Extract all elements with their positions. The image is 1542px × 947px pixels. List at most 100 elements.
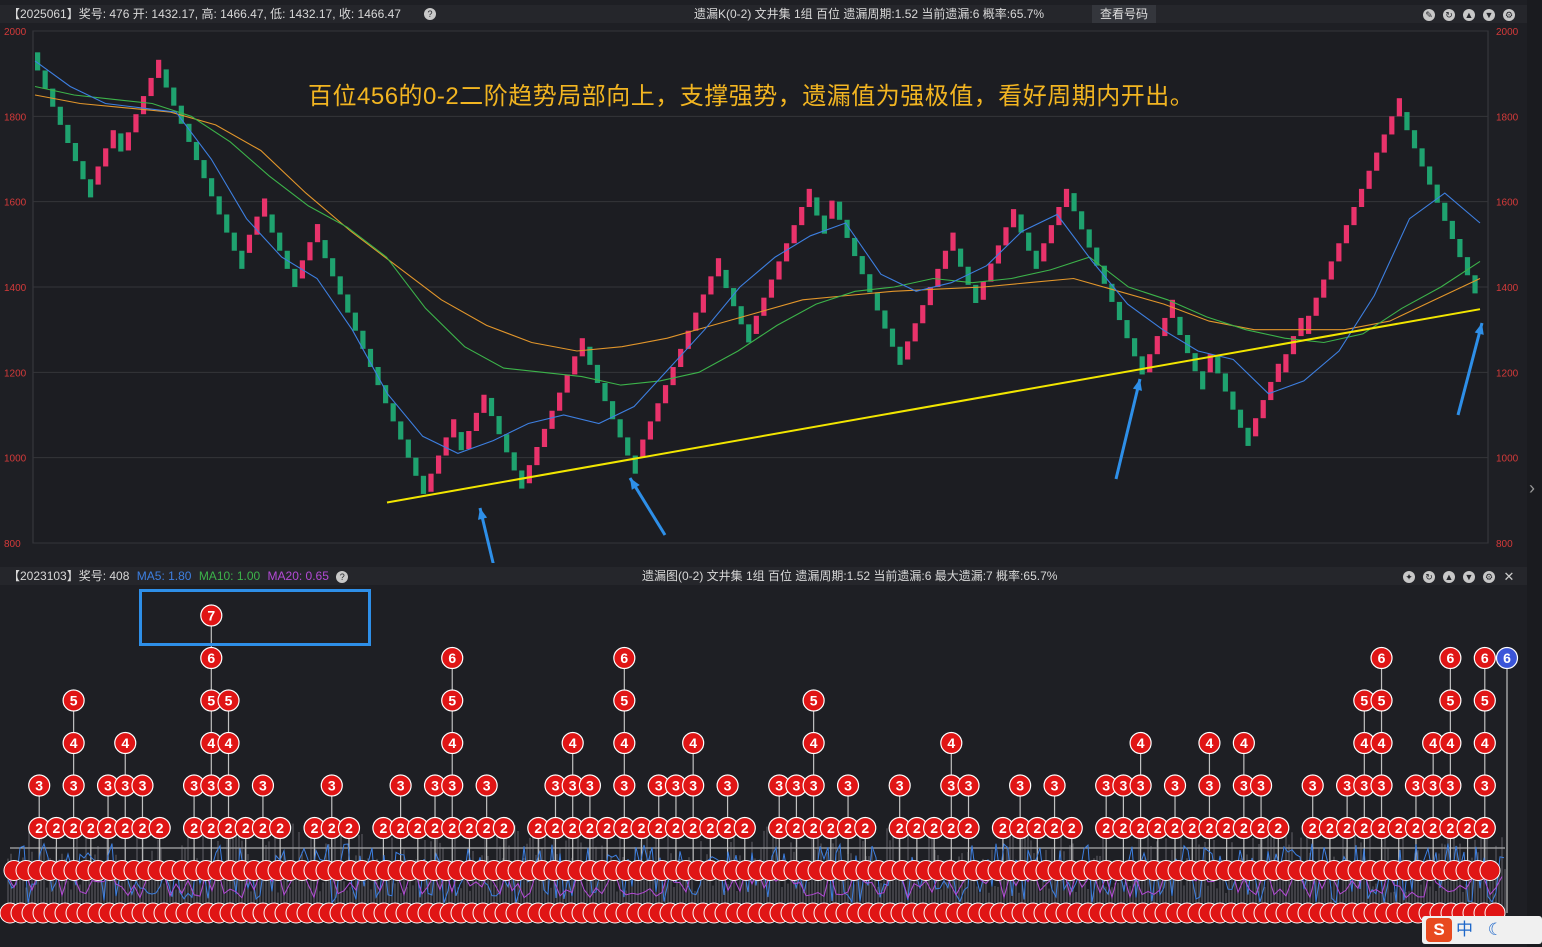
close-icon[interactable]: ✕	[1503, 570, 1515, 583]
candle	[1457, 239, 1463, 258]
y-tick-label-right: 1400	[1496, 283, 1519, 294]
sub-chart-info-bar: 【2023103】奖号: 408 MA5: 1.80 MA10: 1.00 MA…	[0, 567, 1527, 585]
omission-ball-label: 5	[1378, 693, 1386, 709]
omission-ball-label: 2	[1240, 820, 1248, 836]
sub-chart-info-left: 【2023103】奖号: 408 MA5: 1.80 MA10: 1.00 MA…	[8, 567, 349, 585]
candle	[80, 161, 86, 180]
omission-ball-label: 3	[448, 778, 456, 794]
candle	[1358, 188, 1365, 207]
omission-ball-label: 2	[345, 820, 353, 836]
candle	[783, 243, 790, 262]
omission-ball-label: 2	[225, 820, 233, 836]
candle	[1131, 338, 1138, 357]
omission-ball-label: 2	[706, 820, 714, 836]
ime-toolbar[interactable]: S中 ☾	[1422, 916, 1542, 944]
omission-ball-label: 3	[1429, 778, 1437, 794]
chevron-right-icon[interactable]: ›	[1529, 478, 1535, 499]
omission-ball-label: 4	[1206, 735, 1214, 751]
pin-icon[interactable]: ✦	[1403, 570, 1415, 583]
candle	[549, 410, 555, 429]
omission-ball-label: 3	[844, 778, 852, 794]
candle	[579, 338, 585, 357]
omission-ball-label: 6	[620, 650, 628, 666]
candle	[1154, 336, 1160, 355]
candle	[988, 263, 994, 282]
candle	[534, 447, 540, 466]
candle	[1086, 229, 1092, 248]
omission-ball-label: 6	[1446, 650, 1454, 666]
help-icon[interactable]: ?	[336, 570, 349, 583]
candle	[496, 416, 502, 435]
candle	[1321, 279, 1327, 298]
candle	[458, 432, 464, 451]
y-tick-label-left: 2000	[4, 27, 27, 38]
ma10-label: MA10: 1.00	[198, 569, 261, 583]
omission-ball-label: 2	[620, 820, 628, 836]
candle	[1366, 170, 1372, 189]
help-icon[interactable]: ?	[424, 8, 436, 20]
settings-icon[interactable]: ⚙	[1503, 8, 1515, 21]
omission-ball-label: 3	[655, 778, 663, 794]
omission-ball-label: 3	[793, 778, 801, 794]
arrow-down-icon[interactable]: ▼	[1463, 570, 1475, 583]
omission-ball-label: 2	[913, 820, 921, 836]
omission-ball-label: 3	[328, 778, 336, 794]
candle	[1427, 166, 1433, 185]
omission-ball-label: 3	[121, 778, 129, 794]
candle	[768, 279, 775, 298]
settings-icon[interactable]: ⚙	[1483, 570, 1495, 583]
candle	[337, 276, 343, 295]
omission-ball-label: 2	[1481, 820, 1489, 836]
candle	[269, 214, 275, 233]
omission-ball-label: 3	[1257, 778, 1265, 794]
omission-ball-label: 3	[569, 778, 577, 794]
candle	[87, 179, 94, 198]
omission-ball-label: 5	[225, 693, 233, 709]
arrow-up-icon[interactable]: ▲	[1443, 570, 1455, 583]
y-tick-label-right: 1200	[1496, 368, 1519, 379]
candle	[859, 256, 865, 275]
omission-ball-label: 2	[1154, 820, 1162, 836]
query-numbers-button[interactable]: 查看号码	[1092, 5, 1157, 23]
y-tick-label-left: 1400	[4, 283, 27, 294]
omission-ball-label: 2	[1343, 820, 1351, 836]
omission-ball-label: 3	[552, 778, 560, 794]
omission-ball-label: 2	[1206, 820, 1214, 836]
omission-ball-label: 2	[139, 820, 147, 836]
arrow-down-icon[interactable]: ▼	[1483, 8, 1495, 21]
moon-icon[interactable]: ☾	[1488, 920, 1503, 939]
candle	[708, 276, 714, 295]
refresh-icon[interactable]: ↻	[1443, 8, 1455, 21]
candle	[1147, 354, 1153, 373]
candle	[1268, 381, 1274, 401]
candle	[1177, 316, 1183, 335]
refresh-icon[interactable]: ↻	[1423, 570, 1435, 583]
candle	[367, 348, 374, 367]
candle	[239, 250, 245, 269]
omission-ball-label: 2	[276, 820, 284, 836]
candle	[1351, 207, 1357, 226]
candle	[330, 258, 336, 277]
omission-ball-label: 2	[1274, 820, 1282, 836]
candle	[1381, 134, 1387, 153]
omission-ball-label: 2	[1412, 820, 1420, 836]
sogou-logo-icon: S	[1426, 918, 1452, 942]
omission-ball-label: 3	[139, 778, 147, 794]
candle	[224, 214, 230, 233]
ime-mode-label[interactable]: 中	[1456, 920, 1473, 939]
omission-ball-label: 2	[466, 820, 474, 836]
edit-icon[interactable]: ✎	[1423, 8, 1435, 21]
candle	[428, 473, 434, 492]
candle	[148, 77, 154, 97]
candle	[1283, 354, 1289, 373]
candle	[889, 328, 896, 347]
candle	[1041, 243, 1047, 262]
sub-chart-info-mid: 遗漏图(0-2) 文井集 1组 百位 遗漏周期:1.52 当前遗漏:6 最大遗漏…	[642, 569, 1058, 583]
omission-ball-label: 5	[620, 693, 628, 709]
candle	[42, 70, 48, 89]
candle	[277, 232, 283, 251]
arrow-up-icon[interactable]: ▲	[1463, 8, 1475, 21]
omission-ball-label: 3	[397, 778, 405, 794]
candle	[541, 428, 548, 447]
omission-ball-label: 2	[1119, 820, 1127, 836]
